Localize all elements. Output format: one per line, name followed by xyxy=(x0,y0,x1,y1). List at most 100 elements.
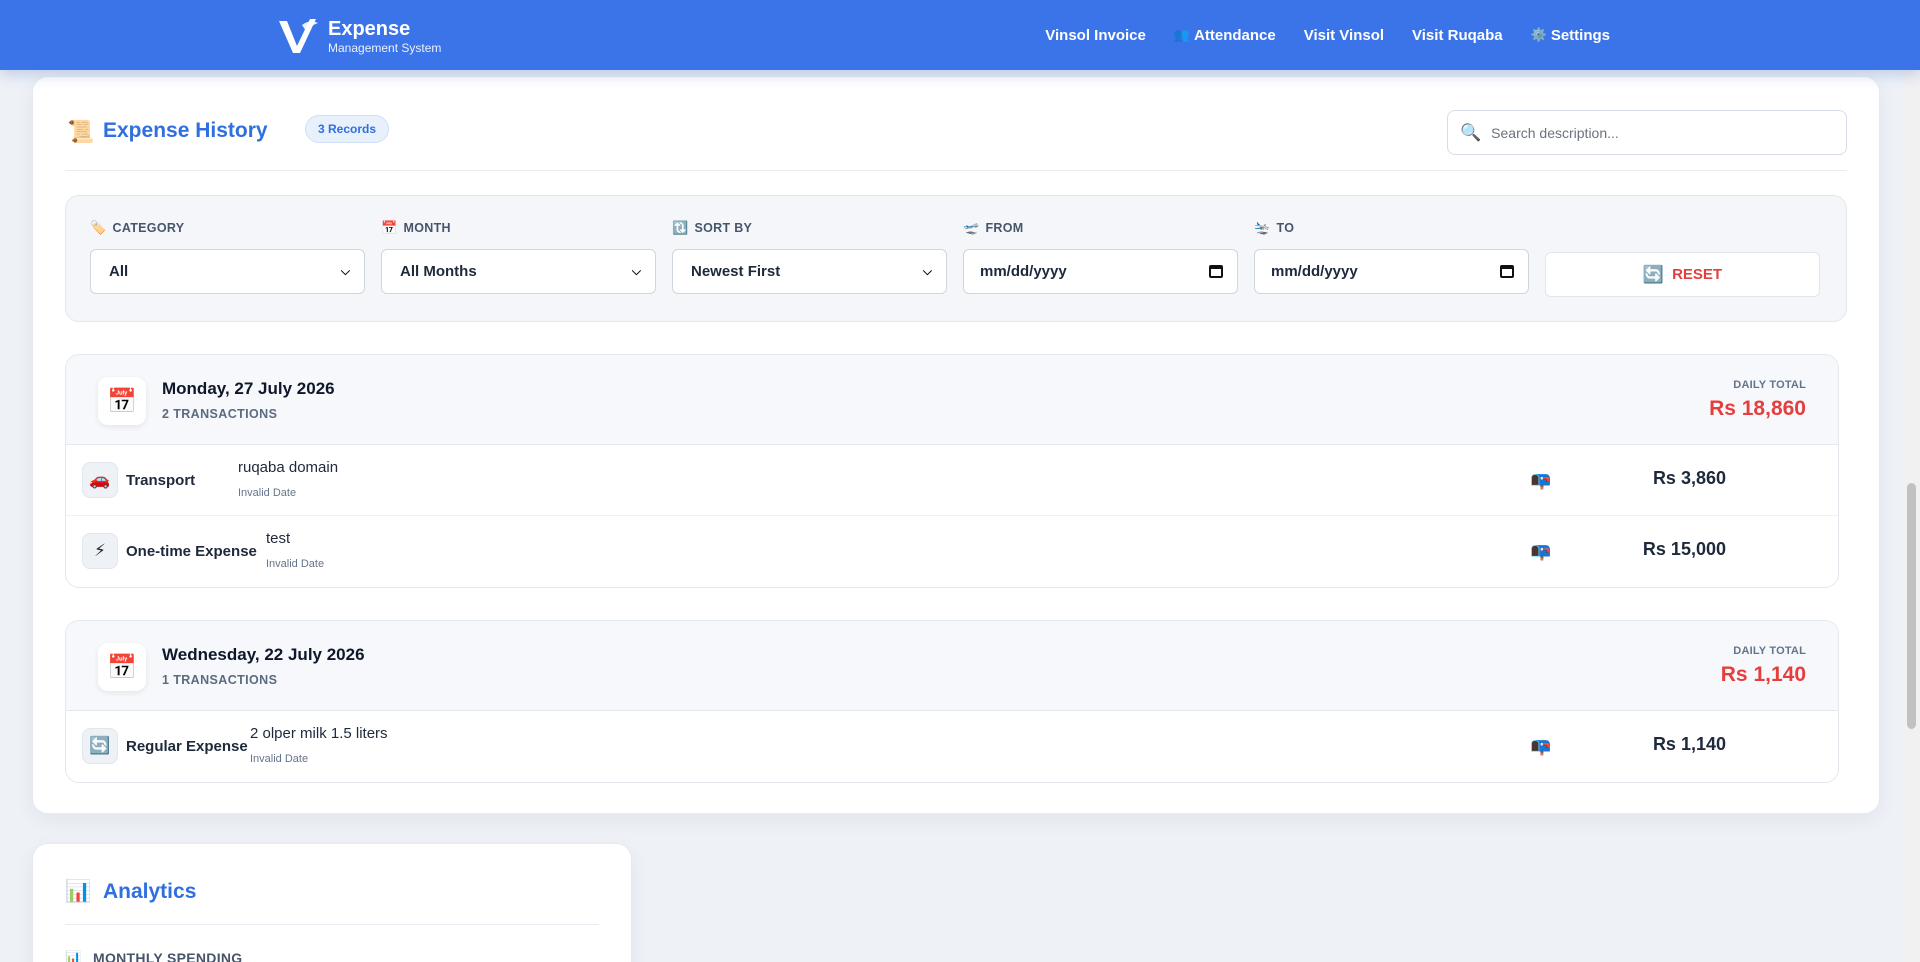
from-label: FROM xyxy=(985,221,1024,235)
brand-title: Expense xyxy=(328,17,411,40)
scroll-icon: 📜 xyxy=(67,119,95,144)
chevron-down-icon: ⌵ xyxy=(631,264,641,278)
category-name: One-time Expense xyxy=(126,543,257,560)
tag-icon: 🏷️ xyxy=(90,220,107,235)
mailbox-icon[interactable]: 📭 xyxy=(1530,542,1551,562)
to-label: TO xyxy=(1276,221,1295,235)
expense-date: Invalid Date xyxy=(250,753,309,765)
sort-value: Newest First xyxy=(691,263,781,280)
expense-date: Invalid Date xyxy=(266,558,325,570)
chevron-down-icon: ⌵ xyxy=(340,264,350,278)
mailbox-icon[interactable]: 📭 xyxy=(1530,471,1551,491)
brand-subtitle: Management System xyxy=(328,40,442,55)
repeat-icon: 🔄 xyxy=(82,728,118,764)
nav-attendance[interactable]: 👥 Attendance xyxy=(1160,27,1290,44)
page-scrollbar[interactable] xyxy=(1903,70,1920,962)
sort-filter: 🔃 SORT BY Newest First ⌵ xyxy=(672,220,947,294)
expense-amount: Rs 3,860 xyxy=(1652,468,1726,488)
people-icon: 👥 xyxy=(1173,27,1191,42)
month-label: MONTH xyxy=(403,221,451,235)
history-header: 📜 Expense History 3 Records 🔍 xyxy=(67,107,1847,155)
calendar-icon: 📅 xyxy=(98,643,146,691)
from-value: mm/dd/yyyy xyxy=(980,263,1067,280)
from-date-input[interactable]: mm/dd/yyyy xyxy=(963,249,1238,294)
refresh-icon: 🔄 xyxy=(1642,264,1665,284)
nav-settings-label: Settings xyxy=(1550,26,1610,44)
header-divider xyxy=(65,170,1847,171)
search-input[interactable] xyxy=(1491,124,1822,141)
calendar-icon: 📅 xyxy=(381,220,398,235)
search-icon: 🔍 xyxy=(1460,122,1482,142)
analytics-card: 📊 Analytics 📊 MONTHLY SPENDING xyxy=(32,843,632,962)
chevron-down-icon: ⌵ xyxy=(922,264,932,278)
calendar-icon: 📅 xyxy=(98,377,146,425)
expense-date: Invalid Date xyxy=(238,487,297,499)
day-date: Monday, 27 July 2026 xyxy=(162,379,335,398)
day-group: 📅 Wednesday, 22 July 2026 1 TRANSACTIONS… xyxy=(65,620,1839,783)
nav-visit-ruqaba-label: Visit Ruqaba xyxy=(1412,26,1503,44)
expense-row[interactable]: 🔄 Regular Expense 2 olper milk 1.5 liter… xyxy=(66,711,1838,782)
reset-label: RESET xyxy=(1672,266,1723,283)
nav-settings[interactable]: ⚙️ Settings xyxy=(1517,27,1624,44)
category-value: All xyxy=(109,263,129,280)
brand-logo-icon xyxy=(279,19,318,53)
car-icon: 🚗 xyxy=(82,462,118,498)
brand[interactable]: Expense Management System xyxy=(276,15,441,57)
day-date: Wednesday, 22 July 2026 xyxy=(162,645,365,664)
day-header: 📅 Monday, 27 July 2026 2 TRANSACTIONS DA… xyxy=(66,355,1838,445)
sort-icon: 🔃 xyxy=(672,220,689,235)
expense-description: 2 olper milk 1.5 liters xyxy=(250,725,388,742)
daily-total-label: DAILY TOTAL xyxy=(1733,379,1806,391)
transaction-count: 2 TRANSACTIONS xyxy=(162,407,278,421)
category-select[interactable]: All ⌵ xyxy=(90,249,365,294)
daily-total-label: DAILY TOTAL xyxy=(1733,645,1806,657)
expense-row[interactable]: ⚡ One-time Expense test Invalid Date 📭 R… xyxy=(66,516,1838,587)
month-select[interactable]: All Months ⌵ xyxy=(381,249,656,294)
nav-vinsol-invoice-label: Vinsol Invoice xyxy=(1045,26,1146,44)
nav-visit-vinsol[interactable]: Visit Vinsol xyxy=(1290,27,1398,44)
category-filter: 🏷️ CATEGORY All ⌵ xyxy=(90,220,365,294)
transaction-count: 1 TRANSACTIONS xyxy=(162,673,278,687)
bar-chart-icon: 📊 xyxy=(65,950,82,962)
expense-amount: Rs 1,140 xyxy=(1652,734,1726,754)
expense-description: ruqaba domain xyxy=(238,459,339,476)
calendar-picker-icon[interactable] xyxy=(1500,265,1514,278)
records-badge: 3 Records xyxy=(305,115,390,143)
to-date-input[interactable]: mm/dd/yyyy xyxy=(1254,249,1529,294)
nav-vinsol-invoice[interactable]: Vinsol Invoice xyxy=(1031,27,1160,44)
nav-visit-ruqaba[interactable]: Visit Ruqaba xyxy=(1398,27,1517,44)
analytics-divider xyxy=(65,924,599,925)
departure-icon: 🛫 xyxy=(963,220,980,235)
search-box[interactable]: 🔍 xyxy=(1447,110,1847,155)
nav-visit-vinsol-label: Visit Vinsol xyxy=(1303,26,1385,44)
monthly-spending-label: MONTHLY SPENDING xyxy=(93,950,243,962)
day-group: 📅 Monday, 27 July 2026 2 TRANSACTIONS DA… xyxy=(65,354,1839,588)
reset-button[interactable]: 🔄 RESET xyxy=(1545,252,1820,297)
expense-row[interactable]: 🚗 Transport ruqaba domain Invalid Date 📭… xyxy=(66,445,1838,516)
from-filter: 🛫 FROM mm/dd/yyyy xyxy=(963,220,1238,294)
lightning-icon: ⚡ xyxy=(82,533,118,569)
main-nav: Vinsol Invoice 👥 Attendance Visit Vinsol … xyxy=(1031,0,1624,70)
calendar-picker-icon[interactable] xyxy=(1209,265,1223,278)
expense-description: test xyxy=(266,530,291,547)
month-filter: 📅 MONTH All Months ⌵ xyxy=(381,220,656,294)
category-name: Transport xyxy=(126,472,196,489)
filter-panel: 🏷️ CATEGORY All ⌵ 📅 MONTH All Months ⌵ 🔃 SORT… xyxy=(65,195,1847,322)
expense-history-card: 📜 Expense History 3 Records 🔍 🏷️ CATEGORY… xyxy=(32,76,1880,814)
sort-label: SORT BY xyxy=(694,221,753,235)
category-label: CATEGORY xyxy=(112,221,185,235)
day-header: 📅 Wednesday, 22 July 2026 1 TRANSACTIONS… xyxy=(66,621,1838,711)
daily-total-value: Rs 1,140 xyxy=(1720,663,1806,686)
category-name: Regular Expense xyxy=(126,738,248,755)
page-title: Expense History xyxy=(103,119,268,142)
analytics-title: Analytics xyxy=(103,880,197,903)
daily-total-value: Rs 18,860 xyxy=(1709,397,1806,420)
expense-amount: Rs 15,000 xyxy=(1642,539,1726,559)
month-value: All Months xyxy=(400,263,477,280)
sort-select[interactable]: Newest First ⌵ xyxy=(672,249,947,294)
gear-icon: ⚙️ xyxy=(1530,27,1547,42)
scrollbar-thumb[interactable] xyxy=(1907,483,1916,729)
to-value: mm/dd/yyyy xyxy=(1271,263,1358,280)
to-filter: 🛬 TO mm/dd/yyyy xyxy=(1254,220,1529,294)
mailbox-icon[interactable]: 📭 xyxy=(1530,737,1551,757)
